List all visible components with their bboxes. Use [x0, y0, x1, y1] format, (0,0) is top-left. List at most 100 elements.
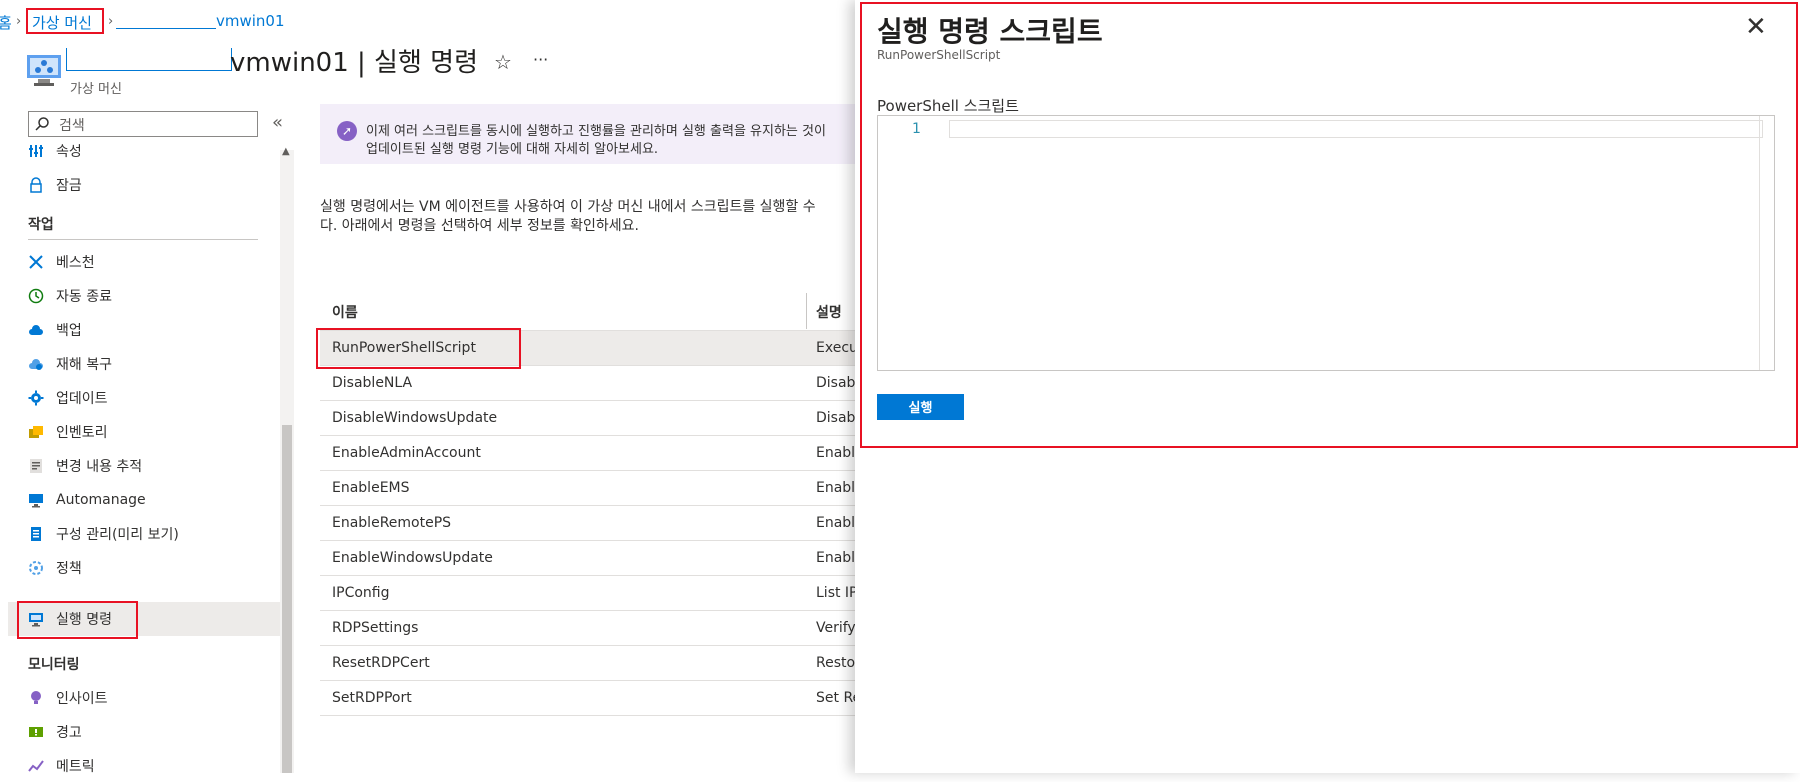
table-row[interactable]: IPConfig List IP: [320, 576, 856, 611]
lock-icon: [26, 175, 46, 195]
sidebar-item-updates[interactable]: 업데이트: [26, 382, 276, 414]
clock-icon: [26, 286, 46, 306]
automanage-icon: [26, 490, 46, 510]
sidebar-item-configuration-management[interactable]: 구성 관리(미리 보기): [26, 518, 276, 550]
table-row[interactable]: DisableNLA Disab: [320, 366, 855, 401]
command-description: Disab: [816, 375, 856, 391]
redacted-resource-group: [116, 14, 216, 29]
sidebar-item-alerts[interactable]: 경고: [26, 716, 276, 748]
sidebar-item-bastion[interactable]: 베스천: [26, 246, 276, 278]
command-description: Enable: [816, 445, 856, 461]
sidebar-item-label: 베스천: [56, 255, 95, 271]
command-name: EnableRemotePS: [332, 515, 452, 531]
command-description: Restor: [816, 655, 856, 671]
sidebar-item-backup[interactable]: 백업: [26, 314, 276, 346]
command-description: Enable: [816, 480, 856, 496]
more-options-icon[interactable]: ···: [533, 50, 548, 69]
sidebar-scroll-thumb[interactable]: [282, 425, 292, 773]
collapse-sidebar-icon[interactable]: «: [272, 112, 283, 133]
command-name: EnableAdminAccount: [332, 445, 481, 461]
page-subtitle: 가상 머신: [70, 82, 122, 97]
sidebar-divider: [28, 239, 258, 240]
column-header-name[interactable]: 이름: [332, 302, 358, 322]
column-header-description[interactable]: 설명: [816, 302, 842, 322]
bastion-icon: [26, 252, 46, 272]
sidebar-item-label: Automanage: [56, 492, 146, 508]
sidebar-item-insights[interactable]: 인사이트: [26, 682, 276, 714]
properties-icon: [26, 141, 46, 161]
sidebar-item-label: 자동 종료: [56, 289, 112, 305]
sidebar-item-label: 업데이트: [56, 391, 108, 407]
sidebar-item-change-tracking[interactable]: 변경 내용 추적: [26, 450, 276, 482]
alerts-icon: [26, 722, 46, 742]
description-line2: 다. 아래에서 명령을 선택하여 세부 정보를 확인하세요.: [320, 218, 639, 234]
disaster-recovery-icon: [26, 354, 46, 374]
command-name: IPConfig: [332, 585, 390, 601]
virtual-machine-icon: [26, 52, 62, 88]
table-row[interactable]: SetRDPPort Set Re: [320, 681, 856, 716]
change-tracking-icon: [26, 456, 46, 476]
command-name: DisableWindowsUpdate: [332, 410, 498, 426]
sidebar-section-operations: 작업: [28, 217, 54, 233]
command-description: Enable: [816, 550, 856, 566]
sidebar-section-monitoring: 모니터링: [28, 657, 80, 673]
command-name: RDPSettings: [332, 620, 419, 636]
command-name: SetRDPPort: [332, 690, 412, 706]
highlight-run-command: [17, 601, 138, 639]
banner-learn-more-link[interactable]: 업데이트된 실행 명령 기능에 대해 자세히 알아보세요.: [366, 138, 658, 157]
command-description: Disab: [816, 410, 856, 426]
sidebar-item-label: 정책: [56, 561, 82, 577]
table-row[interactable]: DisableWindowsUpdate Disab: [320, 401, 855, 436]
sidebar-item-label: 구성 관리(미리 보기): [56, 527, 179, 543]
favorite-star-icon[interactable]: ☆: [494, 50, 512, 74]
sidebar-item-label: 인사이트: [56, 691, 108, 707]
table-row[interactable]: EnableAdminAccount Enable: [320, 436, 856, 471]
command-description: Enable: [816, 515, 856, 531]
command-name: ResetRDPCert: [332, 655, 430, 671]
metrics-icon: [26, 756, 46, 776]
breadcrumb-home[interactable]: 홈: [0, 12, 12, 33]
highlight-breadcrumb-vms: [26, 8, 104, 34]
redacted-vm-prefix: [66, 48, 232, 71]
command-name: EnableEMS: [332, 480, 410, 496]
insights-icon: [26, 688, 46, 708]
table-row[interactable]: ResetRDPCert Restor: [320, 646, 856, 681]
sidebar-item-automanage[interactable]: Automanage: [26, 484, 276, 516]
sidebar-item-policy[interactable]: 정책: [26, 552, 276, 584]
sidebar-item-properties[interactable]: 속성: [26, 135, 276, 167]
sidebar-item-disaster-recovery[interactable]: 재해 복구: [26, 348, 276, 380]
page-title: vmwin01 | 실행 명령: [230, 48, 478, 78]
breadcrumb-vm[interactable]: vmwin01: [216, 12, 285, 30]
sidebar-item-label: 변경 내용 추적: [56, 459, 143, 475]
command-description: Set Re: [816, 690, 856, 706]
sidebar-item-label: 재해 복구: [56, 357, 112, 373]
table-row[interactable]: EnableEMS Enable: [320, 471, 856, 506]
command-description: Verify: [816, 620, 856, 636]
sidebar-item-locks[interactable]: 잠금: [26, 169, 276, 201]
command-description: Execu: [816, 340, 856, 356]
breadcrumb-separator: ›: [16, 14, 22, 29]
sidebar-item-metrics[interactable]: 메트릭: [26, 750, 276, 782]
table-row[interactable]: RDPSettings Verify: [320, 611, 856, 646]
banner-text-line1: 이제 여러 스크립트를 동시에 실행하고 진행률을 관리하며 실행 출력을 유지…: [366, 124, 826, 139]
policy-icon: [26, 558, 46, 578]
command-name: EnableWindowsUpdate: [332, 550, 493, 566]
scroll-up-arrow-icon[interactable]: ▲: [282, 146, 290, 157]
configuration-icon: [26, 524, 46, 544]
highlight-run-powershell-row: [316, 328, 521, 369]
sidebar-item-inventory[interactable]: 인벤토리: [26, 416, 276, 448]
command-description: List IP: [816, 585, 856, 601]
backup-icon: [26, 320, 46, 340]
sidebar-item-label: 백업: [56, 323, 82, 339]
column-separator[interactable]: [806, 293, 807, 329]
sidebar-item-label: 인벤토리: [56, 425, 108, 441]
rocket-icon: ➚: [337, 121, 357, 141]
updates-gear-icon: [26, 388, 46, 408]
highlight-script-panel: [860, 2, 1798, 448]
sidebar-item-label: 속성: [56, 144, 82, 160]
sidebar-search-input[interactable]: 검색: [28, 111, 258, 137]
table-row[interactable]: EnableWindowsUpdate Enable: [320, 541, 856, 576]
table-row[interactable]: EnableRemotePS Enable: [320, 506, 856, 541]
sidebar-item-auto-shutdown[interactable]: 자동 종료: [26, 280, 276, 312]
sidebar-item-label: 메트릭: [56, 759, 95, 775]
